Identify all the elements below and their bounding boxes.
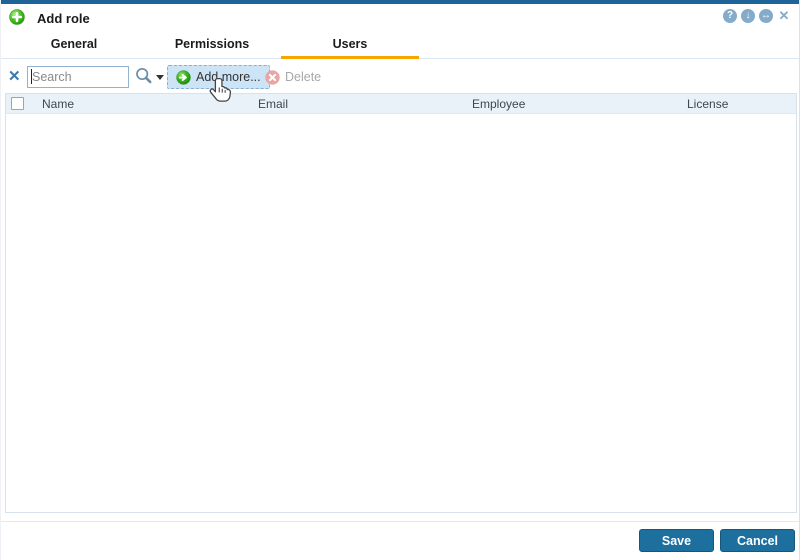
tab-permissions[interactable]: Permissions	[143, 34, 281, 59]
table-header-row: Name Email Employee License	[6, 94, 796, 114]
clear-search-icon[interactable]: ✕	[8, 67, 21, 85]
footer-separator	[1, 521, 799, 522]
add-more-arrow-icon	[176, 69, 191, 85]
search-input[interactable]	[27, 66, 129, 88]
column-header-email[interactable]: Email	[258, 97, 288, 111]
tab-general[interactable]: General	[5, 34, 143, 59]
delete-button[interactable]: Delete	[257, 65, 329, 89]
column-header-employee[interactable]: Employee	[472, 97, 525, 111]
dialog-top-border	[1, 0, 799, 4]
cancel-button[interactable]: Cancel	[720, 529, 795, 552]
tab-users[interactable]: Users	[281, 34, 419, 59]
search-options-chevron-icon[interactable]	[156, 75, 164, 80]
save-button[interactable]: Save	[639, 529, 714, 552]
search-box	[27, 66, 129, 88]
dialog-title: Add role	[37, 11, 90, 26]
add-more-button[interactable]: Add more...	[167, 65, 270, 89]
column-header-name[interactable]: Name	[42, 97, 74, 111]
window-controls: ? ↓ ↔ ✕	[723, 9, 791, 23]
collapse-icon[interactable]: ↓	[741, 9, 755, 23]
help-icon[interactable]: ?	[723, 9, 737, 23]
table-body-empty	[6, 114, 796, 512]
add-role-plus-icon	[9, 9, 25, 25]
add-more-label: Add more...	[196, 70, 261, 84]
select-all-checkbox[interactable]	[11, 97, 24, 110]
users-table: Name Email Employee License	[5, 93, 797, 513]
add-role-dialog: Add role ? ↓ ↔ ✕ General Permissions Use…	[0, 0, 800, 560]
text-caret	[31, 69, 32, 84]
magnifier-icon[interactable]	[134, 66, 154, 86]
resize-icon[interactable]: ↔	[759, 9, 773, 23]
delete-x-icon	[265, 69, 280, 85]
column-header-license[interactable]: License	[687, 97, 728, 111]
tab-bar: General Permissions Users	[1, 34, 799, 59]
delete-label: Delete	[285, 70, 322, 84]
close-icon[interactable]: ✕	[777, 9, 791, 23]
